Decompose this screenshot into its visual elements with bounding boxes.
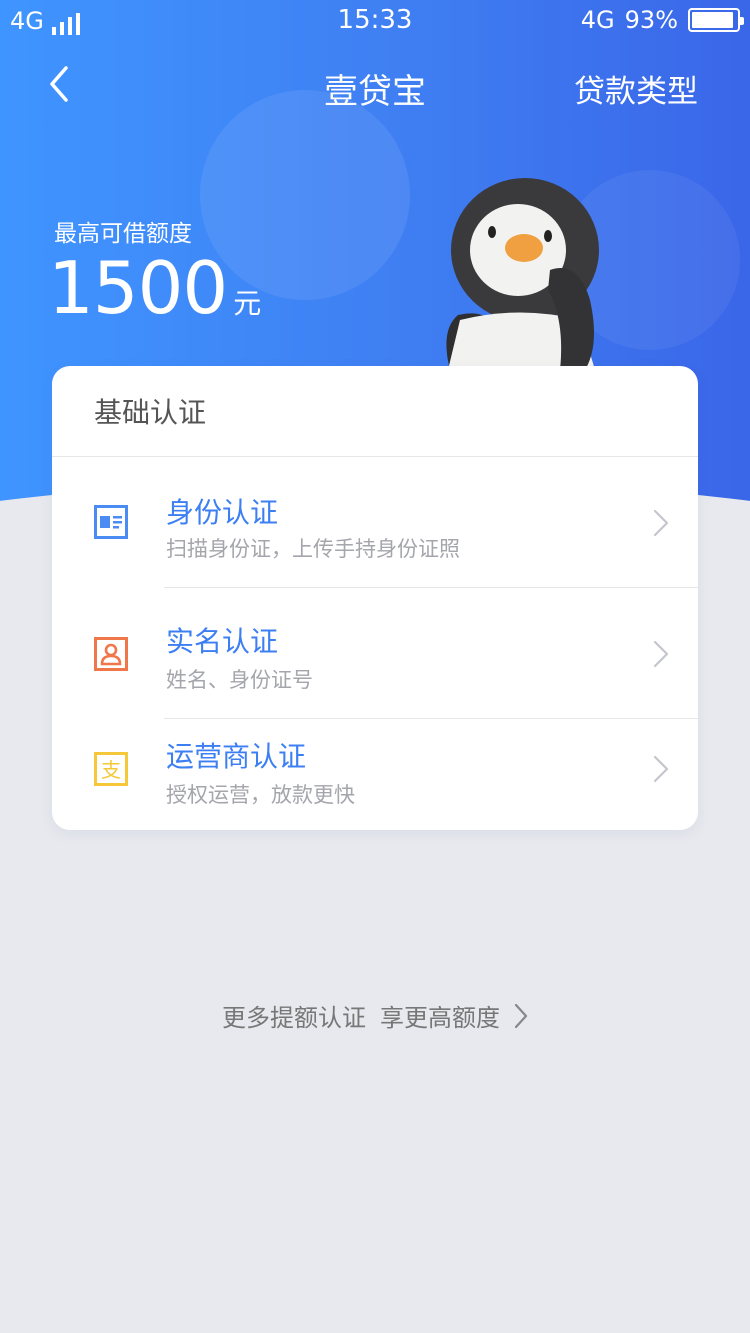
chevron-right-icon — [653, 509, 669, 537]
chevron-right-icon — [653, 640, 669, 668]
item-title: 身份认证 — [166, 496, 279, 529]
amount-label: 最高可借额度 — [54, 221, 192, 247]
person-icon — [94, 637, 128, 671]
card-title: 基础认证 — [52, 366, 698, 457]
more-link-label: 更多提额认证 — [222, 1004, 366, 1032]
status-right: 4G 93% — [580, 6, 744, 34]
amount-unit: 元 — [233, 287, 262, 320]
more-verification-link[interactable]: 更多提额认证 享更高额度 — [0, 998, 750, 1033]
item-subtitle: 扫描身份证，上传手持身份证照 — [166, 537, 460, 561]
network-type-right: 4G — [580, 6, 615, 34]
amount-value: 1500 — [48, 246, 228, 330]
list-item-realname[interactable]: 实名认证 姓名、身份证号 — [52, 588, 698, 719]
verification-card: 基础认证 身份认证 扫描身份证，上传手持身份证照 实名认证 姓名、身份证号 支 … — [52, 366, 698, 830]
loan-type-button[interactable]: 贷款类型 — [574, 66, 698, 111]
page: 4G 15:33 4G 93% 壹贷宝 贷款类型 最高可借额度 1500 元 基… — [0, 0, 750, 1333]
nav-bar: 壹贷宝 贷款类型 — [0, 48, 750, 120]
svg-text:支: 支 — [101, 758, 121, 782]
battery-icon — [688, 8, 744, 32]
credit-amount: 1500 元 — [48, 246, 261, 330]
list-item-identity[interactable]: 身份认证 扫描身份证，上传手持身份证照 — [52, 457, 698, 588]
list-item-carrier[interactable]: 支 运营商认证 授权运营，放款更快 — [52, 719, 698, 830]
item-title: 实名认证 — [166, 625, 279, 658]
penguin-mascot — [446, 178, 599, 370]
status-bar: 4G 15:33 4G 93% — [0, 0, 750, 42]
id-card-icon — [94, 505, 128, 539]
alipay-icon: 支 — [94, 752, 128, 786]
more-link-label2: 享更高额度 — [380, 1004, 500, 1032]
item-subtitle: 姓名、身份证号 — [166, 668, 313, 692]
item-title: 运营商认证 — [166, 740, 307, 773]
chevron-right-icon — [653, 755, 669, 783]
page-title-text: 壹贷宝 — [324, 72, 426, 112]
item-subtitle: 授权运营，放款更快 — [166, 783, 355, 807]
chevron-right-icon — [514, 1003, 528, 1028]
battery-percent: 93% — [624, 6, 678, 34]
